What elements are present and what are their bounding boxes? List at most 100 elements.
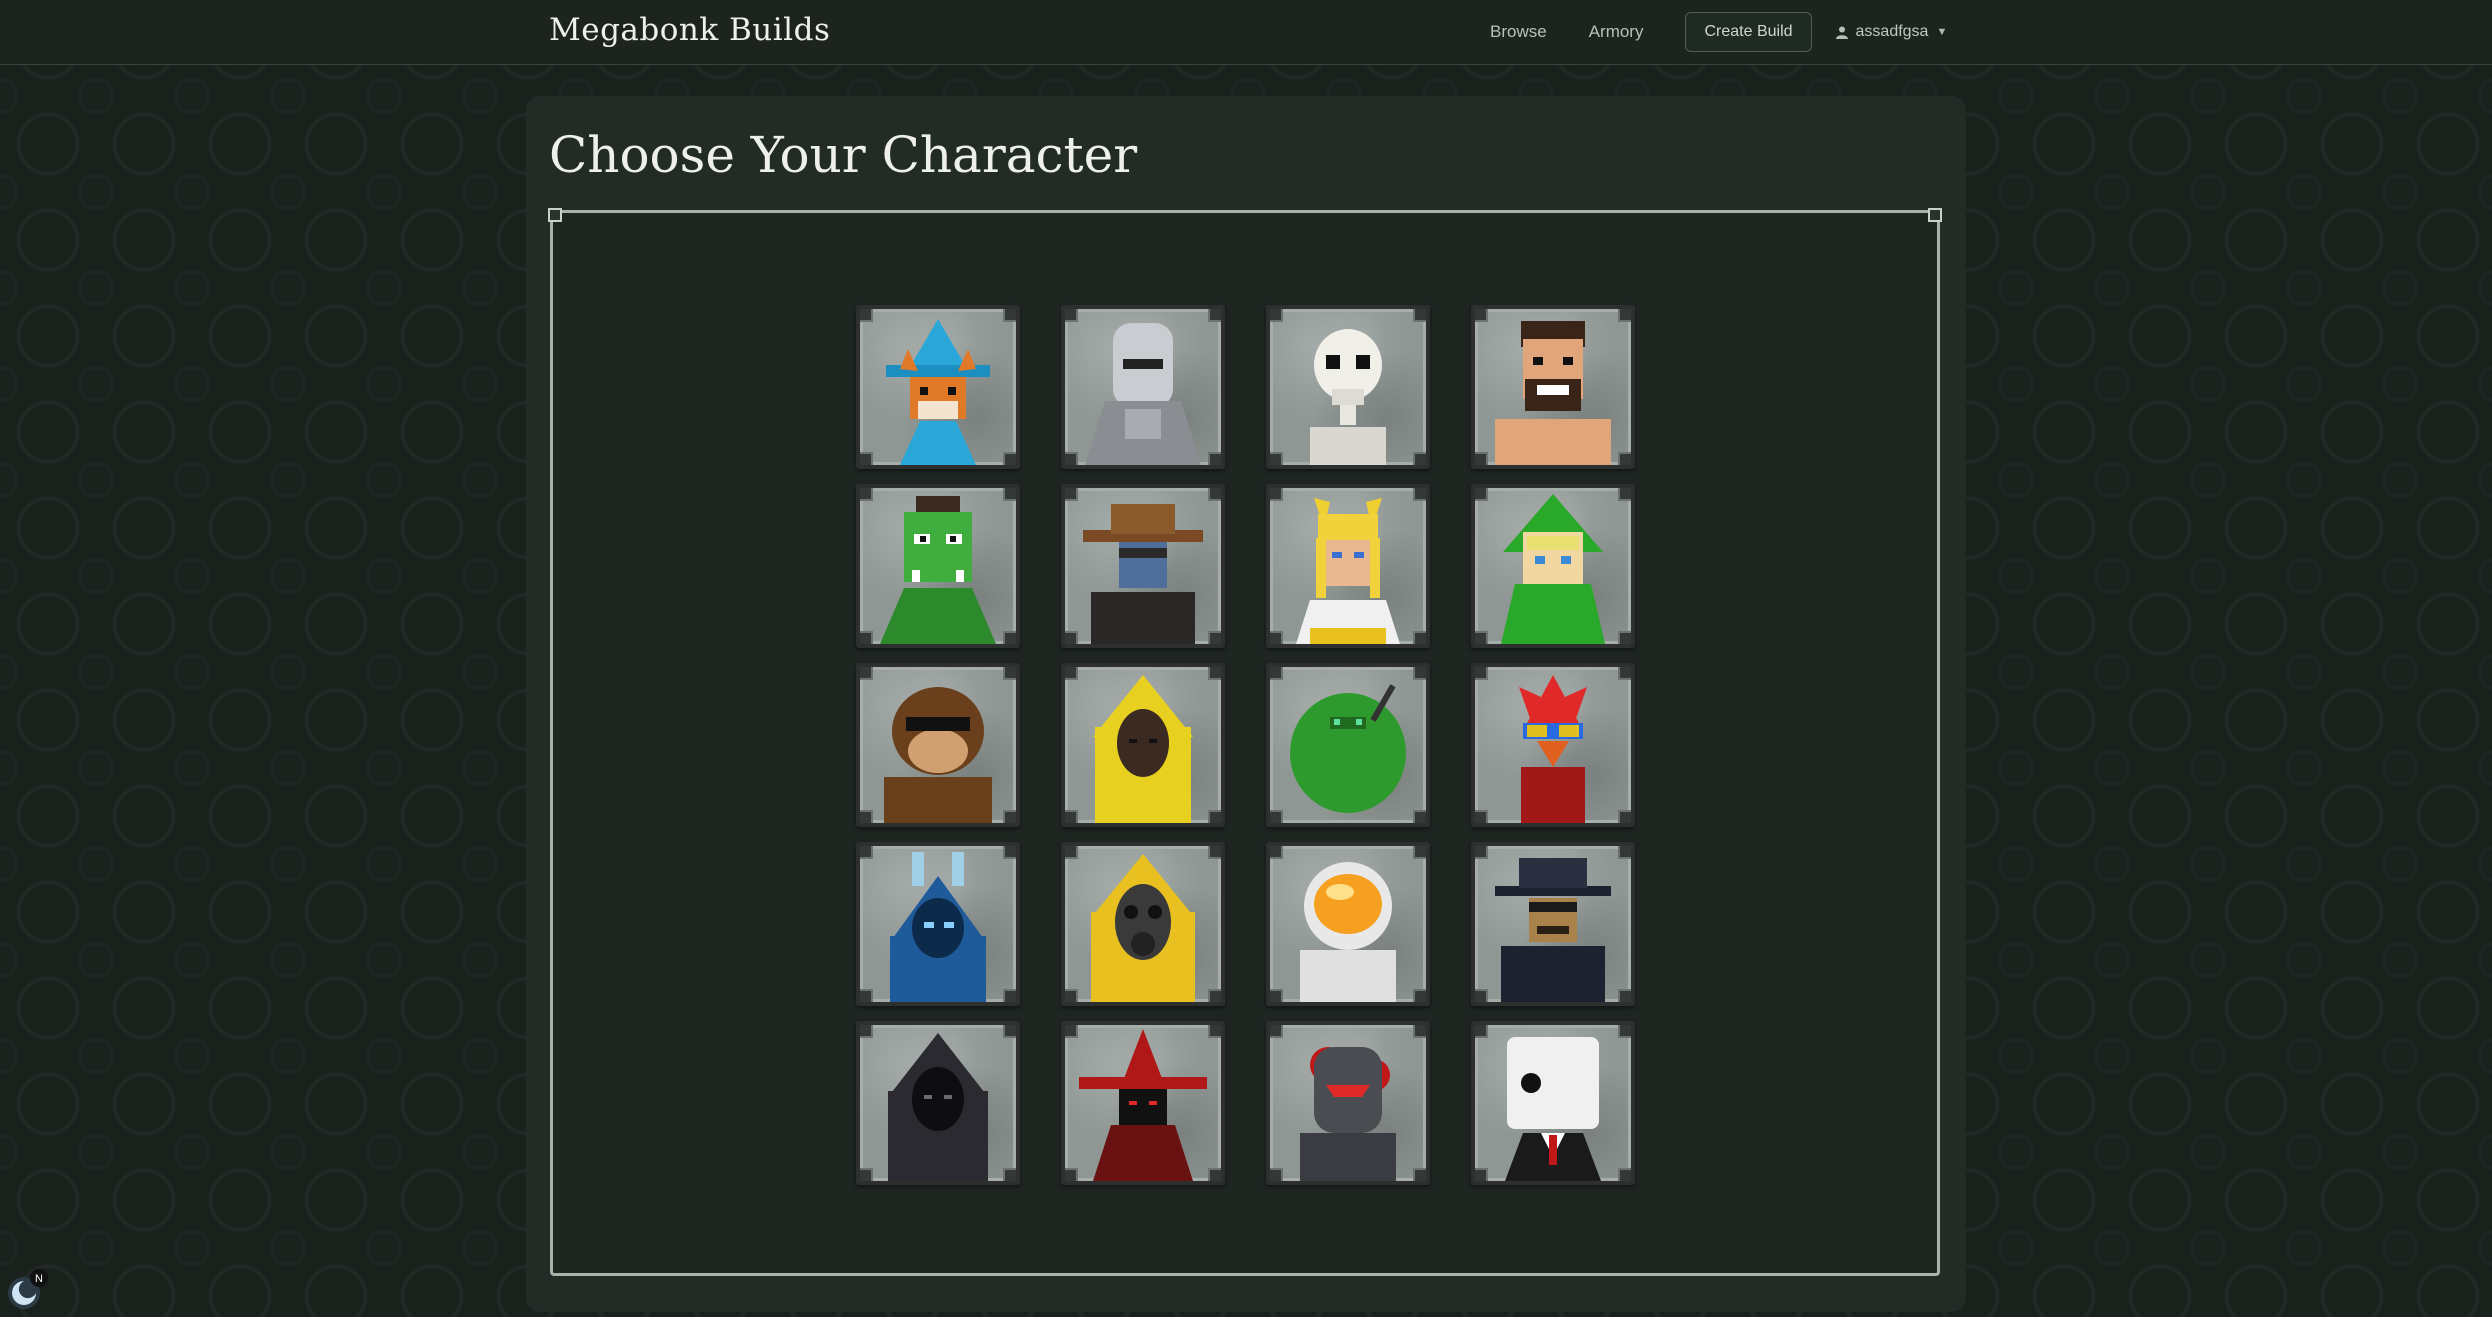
card-corner-rivet xyxy=(1208,1025,1221,1038)
card-corner-rivet xyxy=(1475,989,1488,1002)
theme-toggle-button[interactable]: N xyxy=(6,1269,48,1311)
character-card-red-visor-knight[interactable] xyxy=(1266,1021,1430,1185)
bearded-muscleman-portrait xyxy=(1495,321,1611,465)
character-card-skeleton[interactable] xyxy=(1266,305,1430,469)
card-corner-rivet xyxy=(1065,1168,1078,1181)
character-card-gas-mask-hazmat[interactable] xyxy=(1061,842,1225,1006)
card-corner-rivet xyxy=(1003,989,1016,1002)
card-corner-rivet xyxy=(1270,631,1283,644)
card-corner-rivet xyxy=(1475,846,1488,859)
card-corner-rivet xyxy=(1270,810,1283,823)
card-corner-rivet xyxy=(1413,488,1426,501)
character-card-blue-bunny-hood[interactable] xyxy=(856,842,1020,1006)
top-navbar: Megabonk Builds Browse Armory Create Bui… xyxy=(0,0,2492,65)
character-card-green-bush[interactable] xyxy=(1266,663,1430,827)
card-corner-rivet xyxy=(1003,810,1016,823)
username: assadfgsa xyxy=(1855,23,1929,40)
blue-bunny-hood-portrait xyxy=(890,852,986,1002)
character-card-cowboy[interactable] xyxy=(1061,484,1225,648)
card-corner-rivet xyxy=(860,1168,873,1181)
card-corner-rivet xyxy=(1413,631,1426,644)
card-corner-rivet xyxy=(1475,309,1488,322)
character-card-green-orc[interactable] xyxy=(856,484,1020,648)
card-corner-rivet xyxy=(1475,1025,1488,1038)
create-build-button[interactable]: Create Build xyxy=(1685,12,1812,52)
page-title: Choose Your Character xyxy=(549,126,1138,184)
card-corner-rivet xyxy=(1003,1168,1016,1181)
card-corner-rivet xyxy=(1475,452,1488,465)
card-corner-rivet xyxy=(1065,810,1078,823)
nav-links: Browse Armory Create Build assadfgsa ▼ xyxy=(1490,12,1947,52)
card-corner-rivet xyxy=(1270,1168,1283,1181)
green-hooded-elf-portrait xyxy=(1501,494,1605,644)
user-menu[interactable]: assadfgsa ▼ xyxy=(1835,23,1948,41)
card-corner-rivet xyxy=(1413,1025,1426,1038)
card-corner-rivet xyxy=(1208,631,1221,644)
fox-wizard-portrait xyxy=(886,319,990,465)
card-corner-rivet xyxy=(1270,309,1283,322)
card-corner-rivet xyxy=(1270,488,1283,501)
card-corner-rivet xyxy=(1618,667,1631,680)
card-corner-rivet xyxy=(1475,488,1488,501)
sunglasses-monkey-portrait xyxy=(884,687,992,823)
card-corner-rivet xyxy=(1003,846,1016,859)
card-corner-rivet xyxy=(1270,846,1283,859)
card-corner-rivet xyxy=(860,810,873,823)
card-corner-rivet xyxy=(1003,631,1016,644)
card-corner-rivet xyxy=(1003,488,1016,501)
red-visor-knight-portrait xyxy=(1300,1047,1396,1181)
card-corner-rivet xyxy=(1003,452,1016,465)
character-card-red-bird[interactable] xyxy=(1471,663,1635,827)
chevron-down-icon: ▼ xyxy=(1936,26,1948,38)
character-card-dark-hooded-figure[interactable] xyxy=(856,1021,1020,1185)
astronaut-portrait xyxy=(1300,862,1396,1002)
character-card-armored-knight[interactable] xyxy=(1061,305,1225,469)
card-corner-rivet xyxy=(1413,667,1426,680)
brand-logo[interactable]: Megabonk Builds xyxy=(549,12,830,48)
red-hat-mage-portrait xyxy=(1079,1029,1207,1181)
card-corner-rivet xyxy=(1003,1025,1016,1038)
card-corner-rivet xyxy=(1208,452,1221,465)
card-corner-rivet xyxy=(1003,667,1016,680)
nav-browse[interactable]: Browse xyxy=(1490,22,1547,42)
card-corner-rivet xyxy=(1618,810,1631,823)
card-corner-rivet xyxy=(1208,846,1221,859)
character-card-fox-wizard[interactable] xyxy=(856,305,1020,469)
character-card-fedora-detective[interactable] xyxy=(1471,842,1635,1006)
card-corner-rivet xyxy=(1208,667,1221,680)
card-corner-rivet xyxy=(1270,1025,1283,1038)
frame-corner xyxy=(548,208,562,222)
valkyrie-portrait xyxy=(1296,498,1400,644)
card-corner-rivet xyxy=(1413,989,1426,1002)
red-bird-portrait xyxy=(1519,675,1587,823)
card-corner-rivet xyxy=(1618,1025,1631,1038)
frame-corner xyxy=(1928,208,1942,222)
card-corner-rivet xyxy=(1475,1168,1488,1181)
character-card-yellow-hooded-figure[interactable] xyxy=(1061,663,1225,827)
card-corner-rivet xyxy=(1618,309,1631,322)
card-corner-rivet xyxy=(1413,452,1426,465)
card-corner-rivet xyxy=(1618,488,1631,501)
character-card-bearded-muscleman[interactable] xyxy=(1471,305,1635,469)
card-corner-rivet xyxy=(860,1025,873,1038)
dice-head-suit-portrait xyxy=(1505,1037,1601,1181)
card-corner-rivet xyxy=(1003,309,1016,322)
character-card-green-hooded-elf[interactable] xyxy=(1471,484,1635,648)
dark-hooded-figure-portrait xyxy=(888,1033,988,1181)
character-card-dice-head-suit[interactable] xyxy=(1471,1021,1635,1185)
card-corner-rivet xyxy=(1208,488,1221,501)
card-corner-rivet xyxy=(1065,631,1078,644)
character-card-astronaut[interactable] xyxy=(1266,842,1430,1006)
card-corner-rivet xyxy=(860,846,873,859)
character-card-red-hat-mage[interactable] xyxy=(1061,1021,1225,1185)
card-corner-rivet xyxy=(1065,1025,1078,1038)
card-corner-rivet xyxy=(1270,989,1283,1002)
character-card-sunglasses-monkey[interactable] xyxy=(856,663,1020,827)
card-corner-rivet xyxy=(1475,631,1488,644)
character-card-valkyrie[interactable] xyxy=(1266,484,1430,648)
gas-mask-hazmat-portrait xyxy=(1091,854,1195,1002)
nav-armory[interactable]: Armory xyxy=(1589,22,1644,42)
card-corner-rivet xyxy=(1208,989,1221,1002)
green-bush-portrait xyxy=(1290,684,1406,813)
card-corner-rivet xyxy=(860,488,873,501)
